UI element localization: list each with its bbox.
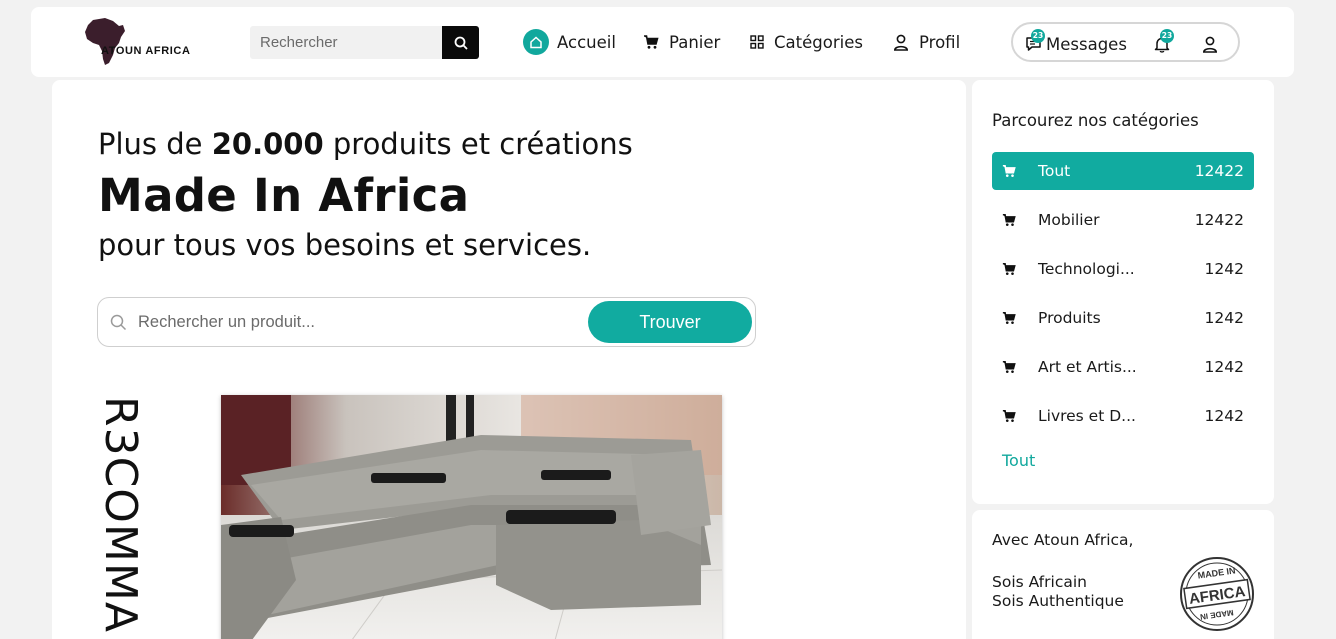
notifications-button[interactable]: 23 bbox=[1154, 28, 1174, 57]
category-name: Livres et D... bbox=[1038, 407, 1136, 425]
category-count: 12422 bbox=[1194, 211, 1244, 229]
chat-icon: 23 bbox=[1025, 29, 1045, 52]
messages-badge: 23 bbox=[1031, 29, 1045, 43]
account-pill: 23 Messages 23 bbox=[1011, 22, 1240, 62]
header-search-input[interactable] bbox=[250, 26, 442, 59]
notifications-badge: 23 bbox=[1160, 28, 1174, 43]
product-image-sofa[interactable] bbox=[221, 395, 722, 639]
account-button[interactable] bbox=[1202, 31, 1218, 57]
cart-icon bbox=[992, 262, 1038, 276]
nav-messages[interactable]: 23 Messages bbox=[1025, 29, 1127, 57]
nav-profile[interactable]: Profil bbox=[893, 29, 960, 55]
nav-home-label: Accueil bbox=[557, 32, 616, 52]
nav-home[interactable]: Accueil bbox=[523, 29, 616, 55]
stamp-top-text: MADE IN bbox=[1197, 565, 1236, 580]
category-item-produits[interactable]: Produits 1242 bbox=[992, 299, 1254, 337]
cart-icon bbox=[992, 164, 1038, 178]
cart-icon bbox=[643, 34, 659, 50]
category-count: 1242 bbox=[1204, 260, 1244, 278]
search-icon bbox=[110, 314, 127, 331]
user-icon bbox=[893, 34, 909, 51]
recommendations-heading: R3COMMA bbox=[95, 396, 146, 633]
category-name: Art et Artis... bbox=[1038, 358, 1137, 376]
category-name: Produits bbox=[1038, 309, 1101, 327]
hero-line-1: Plus de 20.000 produits et créations bbox=[98, 127, 633, 161]
hero-title: Made In Africa bbox=[98, 169, 470, 222]
promo-line-2: Sois Africain bbox=[992, 573, 1087, 591]
header-search bbox=[250, 26, 479, 59]
category-count: 12422 bbox=[1194, 162, 1244, 180]
category-count: 1242 bbox=[1204, 407, 1244, 425]
all-categories-link[interactable]: Tout bbox=[1002, 451, 1035, 470]
category-item-technologie[interactable]: Technologi... 1242 bbox=[992, 250, 1254, 288]
nav-cart[interactable]: Panier bbox=[643, 29, 720, 55]
search-icon bbox=[454, 36, 468, 50]
category-item-art[interactable]: Art et Artis... 1242 bbox=[992, 348, 1254, 386]
cart-icon bbox=[992, 409, 1038, 423]
find-button[interactable]: Trouver bbox=[588, 301, 752, 343]
grid-icon bbox=[750, 35, 764, 49]
bell-icon: 23 bbox=[1154, 28, 1174, 53]
user-icon bbox=[1202, 36, 1218, 53]
home-icon bbox=[523, 29, 549, 55]
hero-product-count: 20.000 bbox=[211, 127, 324, 161]
hero-subtitle: pour tous vos besoins et services. bbox=[98, 228, 592, 262]
hero-line-1-suffix: produits et créations bbox=[323, 127, 633, 161]
cart-icon bbox=[992, 360, 1038, 374]
hero-line-1-prefix: Plus de bbox=[98, 127, 212, 161]
nav-profile-label: Profil bbox=[919, 32, 961, 52]
category-item-all[interactable]: Tout 12422 bbox=[992, 152, 1254, 190]
cart-icon bbox=[992, 311, 1038, 325]
category-name: Mobilier bbox=[1038, 211, 1100, 229]
category-item-mobilier[interactable]: Mobilier 12422 bbox=[992, 201, 1254, 239]
header-search-button[interactable] bbox=[442, 26, 479, 59]
main-panel: Plus de 20.000 produits et créations Mad… bbox=[52, 80, 966, 639]
stamp-bottom-text: MADE IN bbox=[1199, 608, 1234, 622]
nav-categories-label: Catégories bbox=[774, 32, 863, 52]
logo[interactable]: ATOUN AFRICA bbox=[83, 17, 213, 67]
category-name: Technologi... bbox=[1038, 260, 1135, 278]
promo-line-3: Sois Authentique bbox=[992, 592, 1124, 610]
nav-messages-label: Messages bbox=[1046, 34, 1127, 54]
sofa-photo bbox=[221, 395, 722, 639]
promo-panel: Avec Atoun Africa, Sois Africain Sois Au… bbox=[972, 510, 1274, 639]
category-name: Tout bbox=[1038, 162, 1071, 180]
made-in-africa-stamp-icon: MADE IN AFRICA MADE IN bbox=[1180, 557, 1254, 631]
africa-map-icon bbox=[85, 18, 125, 65]
categories-panel: Parcourez nos catégories Tout 12422 Mobi… bbox=[972, 80, 1274, 504]
nav-categories[interactable]: Catégories bbox=[750, 29, 863, 55]
logo-text: ATOUN AFRICA bbox=[101, 45, 191, 57]
top-navbar: ATOUN AFRICA Accueil Panier Catégories bbox=[31, 7, 1294, 77]
cart-icon bbox=[992, 213, 1038, 227]
category-count: 1242 bbox=[1204, 358, 1244, 376]
categories-title: Parcourez nos catégories bbox=[992, 111, 1199, 130]
product-search-input[interactable] bbox=[138, 298, 578, 346]
product-search-bar: Trouver bbox=[97, 297, 756, 347]
category-item-livres[interactable]: Livres et D... 1242 bbox=[992, 397, 1254, 435]
nav-cart-label: Panier bbox=[669, 32, 721, 52]
promo-line-1: Avec Atoun Africa, bbox=[992, 531, 1134, 549]
category-count: 1242 bbox=[1204, 309, 1244, 327]
